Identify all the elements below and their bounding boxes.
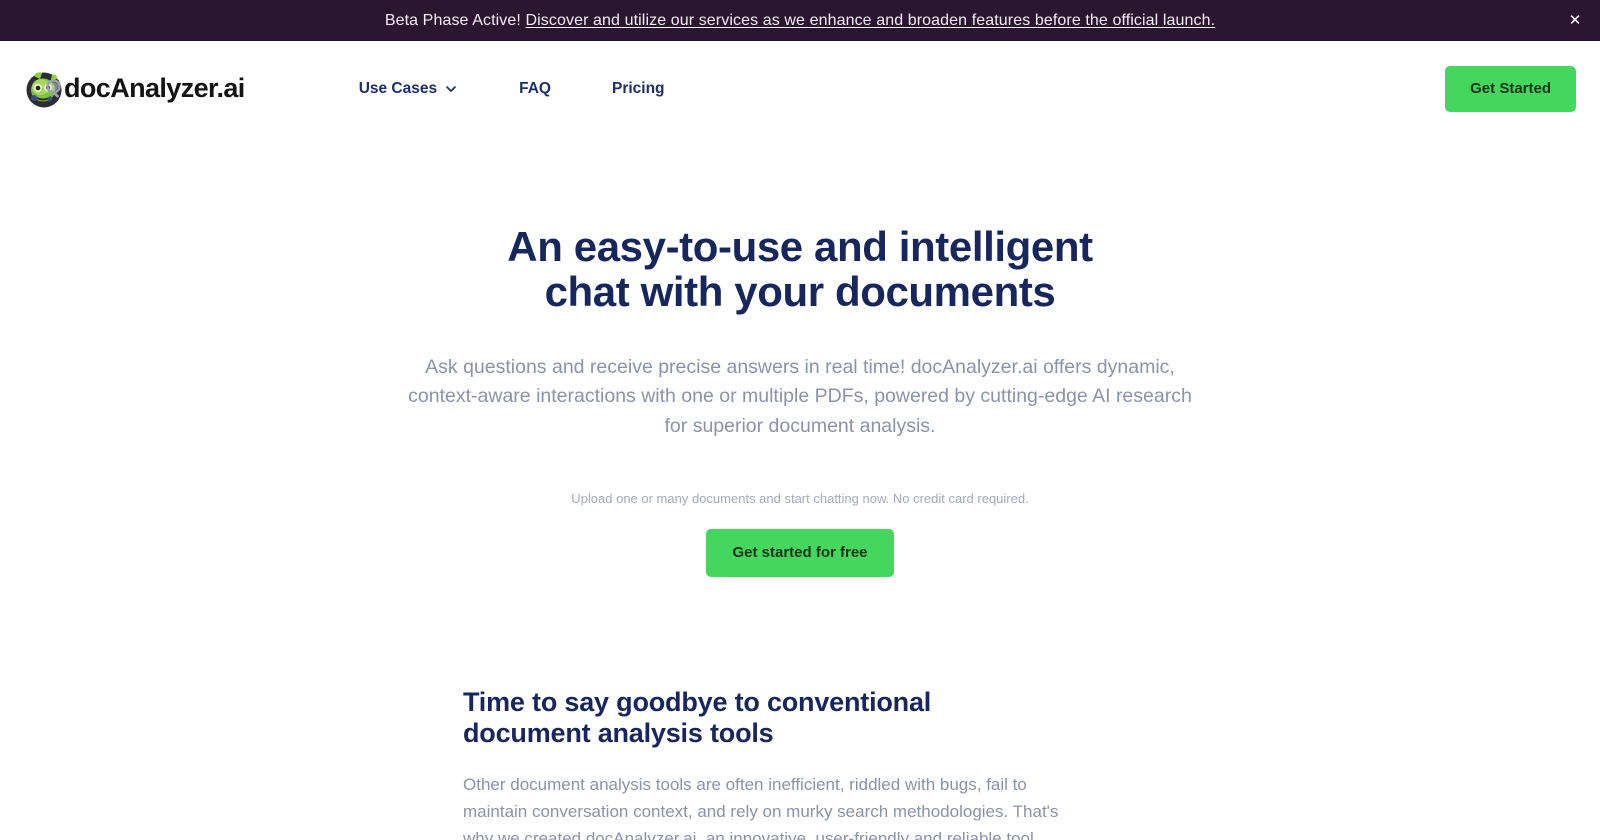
hero-subtitle: Ask questions and receive precise answer… (408, 355, 1192, 437)
docanalyzer-bug-magnifier-logo-icon (22, 67, 66, 111)
close-icon[interactable]: ✕ (1564, 10, 1586, 32)
site-header: docAnalyzer.ai Use Cases FAQ Pricing Get… (0, 41, 1600, 136)
main-navigation: Use Cases FAQ Pricing (359, 72, 665, 106)
feature-section: Time to say goodbye to conventional docu… (0, 687, 1600, 840)
brand-logo[interactable]: docAnalyzer.ai (22, 67, 245, 111)
brand-name: docAnalyzer.ai (64, 73, 245, 103)
hero-upload-note: Upload one or many documents and start c… (571, 490, 1029, 506)
hero-cta-container: Get started for free (0, 528, 1600, 577)
beta-announcement-banner: Beta Phase Active! Discover and utilize … (0, 0, 1600, 41)
beta-banner-prefix: Beta Phase Active! (384, 12, 521, 29)
feature-title: Time to say goodbye to conventional docu… (463, 686, 932, 749)
hero-title-line-1: An easy-to-use and intelligent (507, 223, 1093, 270)
beta-banner-message: Beta Phase Active! Discover and utilize … (385, 0, 1215, 41)
chevron-down-icon (444, 82, 458, 96)
page-title: An easy-to-use and intelligent chat with… (420, 224, 1180, 315)
nav-item-faq[interactable]: FAQ (519, 72, 551, 106)
hero-section: An easy-to-use and intelligent chat with… (0, 136, 1600, 577)
beta-banner-link[interactable]: Discover and utilize our services as we … (525, 12, 1215, 29)
nav-item-label: Pricing (611, 79, 665, 97)
nav-item-pricing[interactable]: Pricing (612, 72, 665, 106)
feature-body-text: Other document analysis tools are often … (463, 774, 1059, 840)
get-started-button[interactable]: Get Started (1445, 65, 1576, 112)
hero-title-line-2: chat with your documents (544, 268, 1056, 316)
get-started-for-free-button[interactable]: Get started for free (706, 528, 894, 577)
nav-item-use-cases[interactable]: Use Cases (359, 72, 458, 106)
nav-item-label: Use Cases (358, 79, 438, 97)
nav-item-label: FAQ (519, 79, 551, 97)
